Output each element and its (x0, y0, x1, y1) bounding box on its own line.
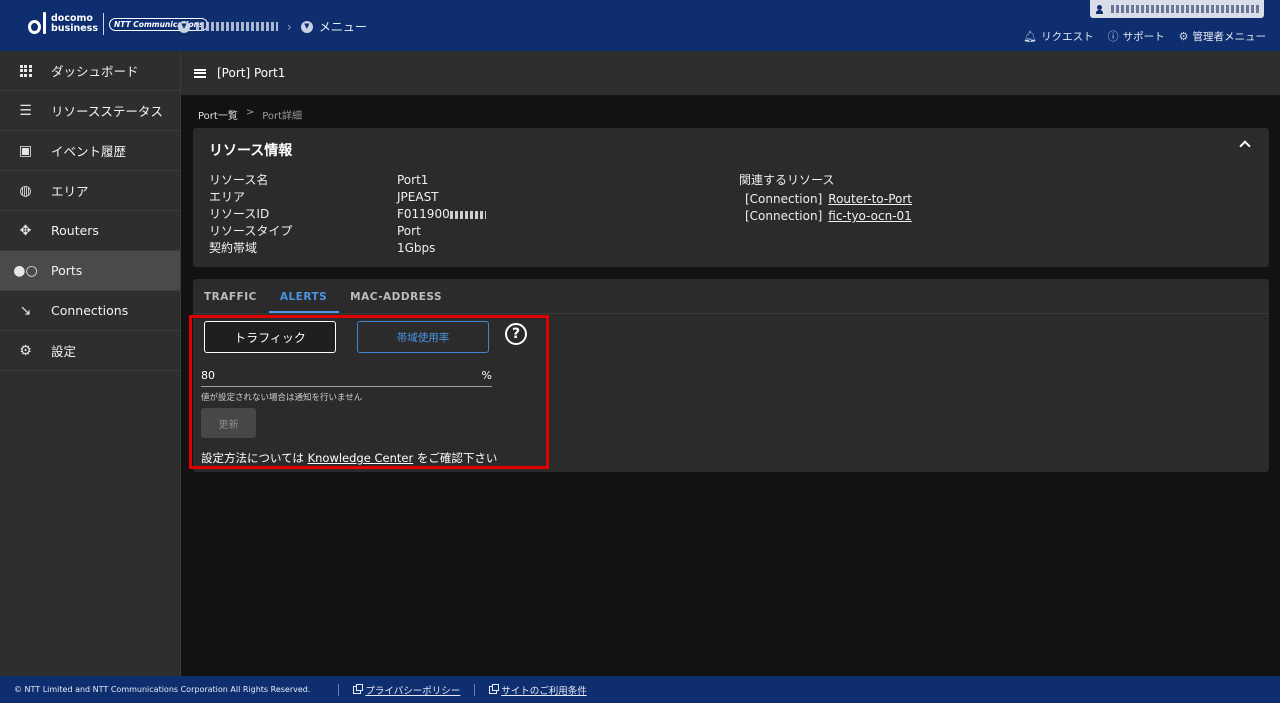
sidebar-item-event-history[interactable]: ▣ イベント履歴 (0, 131, 180, 171)
chevron-down-icon[interactable]: ▼ (300, 20, 313, 33)
sidebar-item-routers[interactable]: ✥ Routers (0, 211, 180, 251)
help-circle-icon: ⓘ (1107, 30, 1119, 43)
privacy-policy-link[interactable]: プライバシーポリシー (353, 683, 460, 697)
dashboard-icon (19, 64, 32, 77)
knowledge-center-note: 設定方法については Knowledge Center をご確認下さい (201, 451, 498, 465)
logo-separator (103, 13, 104, 35)
tab-alerts[interactable]: ALERTS (268, 279, 340, 313)
tab-divider (193, 313, 1269, 314)
resource-type-value: Port (397, 224, 421, 238)
globe-icon: ◍ (19, 182, 32, 199)
request-link[interactable]: 🔔︎ リクエスト (1023, 28, 1093, 44)
related-row: [Connection] fic-tyo-ocn-01 (745, 209, 912, 223)
router-icon: ✥ (19, 222, 32, 239)
related-row: [Connection] Router-to-Port (745, 192, 912, 206)
help-icon[interactable]: ? (505, 323, 527, 345)
user-icon (1096, 4, 1103, 14)
menu-icon[interactable] (194, 68, 206, 78)
header-nav: ▼ › ▼ メニュー (178, 18, 367, 35)
header-menu: 🔔︎ リクエスト ⓘ サポート ⚙ 管理者メニュー (1023, 28, 1266, 44)
sidebar-item-connections[interactable]: ↘ Connections (0, 291, 180, 331)
resource-id-redacted (449, 210, 486, 219)
tab-bar: TRAFFIC ALERTS MAC-ADDRESS (193, 279, 454, 313)
threshold-unit: % (481, 369, 492, 382)
copyright-text: © NTT Limited and NTT Communications Cor… (14, 685, 311, 694)
breadcrumb-current: Port詳細 (262, 111, 303, 122)
breadcrumb-port-list[interactable]: Port一覧 (198, 107, 238, 122)
page-title: [Port] Port1 (217, 66, 286, 80)
resource-info-card: リソース情報 リソース名 エリア リソースID リソースタイプ 契約帯域 Por… (193, 128, 1269, 267)
app-footer: © NTT Limited and NTT Communications Cor… (0, 676, 1280, 703)
logo-line2: business (51, 23, 98, 34)
sidebar-item-settings[interactable]: ⚙ 設定 (0, 331, 180, 371)
gear-icon: ⚙ (19, 342, 32, 359)
resource-area-value: JPEAST (397, 190, 439, 204)
gear-icon: ⚙ (1178, 29, 1189, 43)
user-account[interactable] (1090, 0, 1264, 18)
sidebar-item-dashboard[interactable]: ダッシュボード (0, 51, 180, 91)
related-resources-title: 関連するリソース (739, 173, 835, 187)
app-header: docomo business NTT Communications ▼ › ▼… (0, 0, 1280, 51)
external-link-icon (353, 683, 364, 694)
threshold-input[interactable]: 80 % (201, 366, 492, 387)
docomo-d-icon (28, 12, 48, 36)
related-resources: 関連するリソース [Connection] Router-to-Port [Con… (739, 172, 912, 223)
nav-menu-label[interactable]: メニュー (319, 18, 367, 35)
sidebar-item-area[interactable]: ◍ エリア (0, 171, 180, 211)
terms-of-use-link[interactable]: サイトのご利用条件 (489, 683, 587, 697)
resource-id-value: F011900 (397, 206, 486, 223)
sidebar-item-ports[interactable]: ●○ Ports (0, 251, 180, 291)
related-link-fic-tyo-ocn-01[interactable]: fic-tyo-ocn-01 (828, 209, 912, 223)
related-link-router-to-port[interactable]: Router-to-Port (828, 192, 912, 206)
bell-icon: 🔔︎ (1023, 29, 1038, 43)
sidebar: ダッシュボード ☰ リソースステータス ▣ イベント履歴 ◍ エリア ✥ Rou… (0, 51, 181, 676)
threshold-value: 80 (201, 369, 215, 382)
resource-values: Port1 JPEAST F011900 Port 1Gbps (397, 172, 486, 257)
chevron-down-icon[interactable]: ▼ (178, 20, 190, 33)
resource-bandwidth-value: 1Gbps (397, 241, 436, 255)
external-link-icon (489, 683, 500, 694)
threshold-hint: 値が設定されない場合は通知を行いません (201, 393, 363, 403)
bandwidth-usage-toggle-button[interactable]: 帯域使用率 (357, 321, 489, 353)
list-check-icon: ☰ (19, 102, 32, 119)
chevron-right-icon: › (287, 19, 292, 34)
tab-mac-address[interactable]: MAC-ADDRESS (339, 279, 454, 313)
page-topbar: [Port] Port1 (181, 51, 1280, 95)
chevron-up-icon[interactable] (1239, 140, 1251, 152)
calendar-check-icon: ▣ (18, 142, 33, 159)
toggle-icon: ●○ (13, 262, 38, 279)
breadcrumb: Port一覧 > Port詳細 (198, 107, 303, 122)
knowledge-center-link[interactable]: Knowledge Center (308, 451, 414, 465)
tab-traffic[interactable]: TRAFFIC (193, 279, 269, 313)
resource-name-value: Port1 (397, 173, 429, 187)
traffic-toggle-button[interactable]: トラフィック (204, 321, 336, 353)
connection-icon: ↘ (19, 302, 32, 319)
resource-labels: リソース名 エリア リソースID リソースタイプ 契約帯域 (209, 173, 293, 255)
support-link[interactable]: ⓘ サポート (1108, 28, 1165, 44)
resource-info-title: リソース情報 (209, 143, 293, 159)
user-name-redacted (1111, 5, 1261, 13)
admin-menu-link[interactable]: ⚙ 管理者メニュー (1179, 28, 1266, 44)
tenant-name-redacted[interactable] (196, 22, 278, 31)
update-button[interactable]: 更新 (201, 408, 256, 438)
sidebar-item-resource-status[interactable]: ☰ リソースステータス (0, 91, 180, 131)
